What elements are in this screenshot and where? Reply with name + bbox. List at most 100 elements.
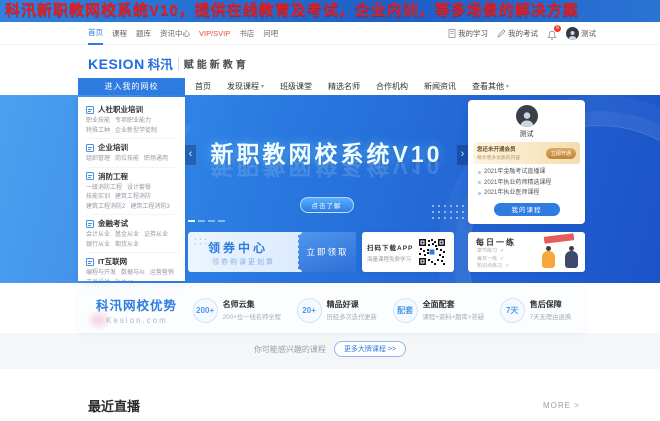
daily-practice-title: 每日一练 (476, 238, 516, 247)
category-link[interactable]: 运营营销 (150, 269, 174, 278)
category-link[interactable]: 设计套餐 (127, 184, 151, 193)
enter-my-school-button[interactable]: 进入我的网校 (78, 78, 185, 95)
main-nav-home[interactable]: 首页 (195, 81, 211, 92)
category-link[interactable]: 建筑工程消防3 (130, 203, 169, 212)
category-title-row[interactable]: 金融考试 (86, 218, 177, 229)
avatar (566, 27, 579, 40)
top-nav-news-center[interactable]: 资讯中心 (160, 23, 190, 44)
my-courses-button[interactable]: 我的课程 (493, 202, 560, 216)
my-learning-link[interactable]: 我的学习 (448, 28, 488, 39)
list-item[interactable]: 知识点练习 ✓ (477, 263, 509, 271)
carousel-indicators (188, 220, 225, 222)
check-icon: ✓ (500, 255, 505, 262)
main-nav-discover-courses[interactable]: 发现课程 ▾ (227, 81, 264, 92)
carousel-dot[interactable] (188, 220, 195, 222)
list-item[interactable]: 每日一练 ✓ (477, 256, 509, 264)
vip-title: 您还未开通会员 (477, 147, 516, 153)
category-link[interactable]: 期货从业 (115, 241, 139, 250)
daily-item-label: 章节练习 (477, 248, 498, 254)
my-learning-label: 我的学习 (458, 29, 488, 38)
notification-badge: 9 (554, 24, 561, 32)
top-nav-question-bank[interactable]: 题库 (136, 23, 151, 44)
coupon-title: 领券中心 (208, 241, 269, 255)
recent-live-heading: 最近直播 (88, 399, 141, 414)
vip-activate-button[interactable]: 立即开通 (545, 147, 576, 159)
person-figure (542, 246, 555, 268)
carousel-dot[interactable] (208, 220, 215, 222)
interest-row: 你可能感兴趣的课程 更多大牌课程 >> (0, 341, 660, 357)
main-nav-view-more[interactable]: 查看其他 ▾ (472, 81, 509, 92)
top-nav-courses[interactable]: 课程 (112, 23, 127, 44)
category-title-row[interactable]: IT互联网 (86, 256, 177, 267)
category-link[interactable]: 职场通用 (144, 155, 168, 164)
carousel-cta-button[interactable]: 点击了解 (299, 197, 354, 213)
category-link[interactable]: Python (115, 279, 134, 282)
my-exam-link[interactable]: 我的考试 (497, 28, 538, 39)
main-nav-class-room[interactable]: 班级课堂 (280, 81, 312, 92)
top-utility-bar: 首页 课程 题库 资讯中心 VIP/SVIP 书店 问吧 我的学习 我的考试 9 (0, 22, 660, 45)
category-link[interactable]: 岗位技能 (115, 155, 139, 164)
stat-badge: 20+ (296, 297, 322, 323)
user-panel-name: 测试 (519, 131, 534, 138)
advantage-subtitle: 7天无理由退换 (529, 314, 571, 321)
category-link[interactable]: 产品设计 (86, 279, 110, 282)
category-link[interactable]: 技能实训 (86, 193, 110, 202)
advantage-item: 7天 售后保障 7天无理由退换 (499, 297, 571, 323)
carousel-prev-arrow-icon[interactable]: ‹ (185, 145, 196, 165)
category-title-row[interactable]: 人社职业培训 (86, 104, 177, 115)
carousel-next-arrow-icon[interactable]: › (457, 145, 468, 165)
category-link[interactable]: 企业新型学徒制 (115, 127, 157, 136)
advantage-subtitle: 历经多次迭代更新 (326, 314, 377, 321)
avatar[interactable] (515, 105, 538, 127)
category-title-row[interactable]: 企业培训 (86, 142, 177, 153)
user-menu[interactable]: 测试 (566, 27, 596, 40)
recent-live-more-link[interactable]: MORE > (543, 401, 580, 410)
list-item[interactable]: 章节练习 ✓ (477, 248, 509, 256)
list-item[interactable]: 2021年执业医师课程 (478, 188, 577, 199)
top-user-tools: 我的学习 我的考试 9 测试 (448, 22, 596, 45)
category-link[interactable]: 建筑工程消防2 (86, 203, 125, 212)
category-link[interactable]: 一级消防工程 (86, 184, 122, 193)
list-item[interactable]: 2021年执业药师精选课程 (478, 178, 577, 189)
category-link[interactable]: 专项职业能力 (115, 117, 151, 126)
category-link[interactable]: 证券从业 (144, 231, 168, 240)
main-nav-partners[interactable]: 合作机构 (376, 81, 408, 92)
top-nav-vip[interactable]: VIP/SVIP (199, 23, 230, 44)
qr-code-icon (418, 238, 447, 266)
coupon-center-card[interactable]: 领券中心 领券购课更划算 立即领取 (188, 232, 356, 272)
category-link[interactable]: 编程与开发 (86, 269, 116, 278)
category-link[interactable]: 银行从业 (86, 241, 110, 250)
category-link[interactable]: 职业技能 (86, 117, 110, 126)
top-nav-home[interactable]: 首页 (88, 22, 103, 45)
advantages-brand: 科汛网校优势 Kesion.com (85, 295, 177, 331)
top-nav: 首页 课程 题库 资讯中心 VIP/SVIP 书店 问吧 (88, 22, 278, 45)
site-logo[interactable]: KESION 科汛 赋能新教育 (88, 54, 249, 73)
my-exam-label: 我的考试 (508, 29, 538, 38)
logo-text-en: KESION (88, 55, 145, 72)
category-link[interactable]: 特殊工种 (86, 127, 110, 136)
daily-practice-card: 每日一练 章节练习 ✓ 每日一练 ✓ 知识点练习 ✓ (468, 232, 585, 272)
list-item[interactable]: 2021年金融考试直播课 (478, 167, 577, 178)
main-nav-famous-teachers[interactable]: 精选名师 (328, 81, 360, 92)
top-nav-bookstore[interactable]: 书店 (239, 23, 254, 44)
category-title-row[interactable]: 消防工程 (86, 171, 177, 182)
category-link[interactable]: 组织管理 (86, 155, 110, 164)
carousel-dot[interactable] (198, 220, 205, 222)
stat-badge: 7天 (499, 297, 525, 323)
category-link[interactable]: 基金从业 (115, 231, 139, 240)
category-link[interactable]: 数据与AI (121, 269, 145, 278)
more-courses-button[interactable]: 更多大牌课程 >> (333, 341, 407, 357)
chevron-down-icon: ▾ (261, 84, 265, 90)
carousel-dot[interactable] (218, 220, 225, 222)
notification-bell-button[interactable]: 9 (547, 24, 561, 40)
building-icon (86, 105, 94, 114)
category-link[interactable]: 会计从业 (86, 231, 110, 240)
vip-subtitle: 畅享更多优质的内容 (477, 156, 521, 161)
advantages-site: Kesion.com (106, 316, 168, 325)
top-nav-qa[interactable]: 问吧 (263, 23, 278, 44)
main-nav-news[interactable]: 新闻资讯 (424, 81, 456, 92)
chevron-down-icon: ▾ (506, 84, 510, 90)
claim-coupon-button[interactable]: 立即领取 (295, 232, 356, 272)
category-title: 金融考试 (98, 219, 128, 228)
category-link[interactable]: 建筑工程消防 (115, 193, 151, 202)
